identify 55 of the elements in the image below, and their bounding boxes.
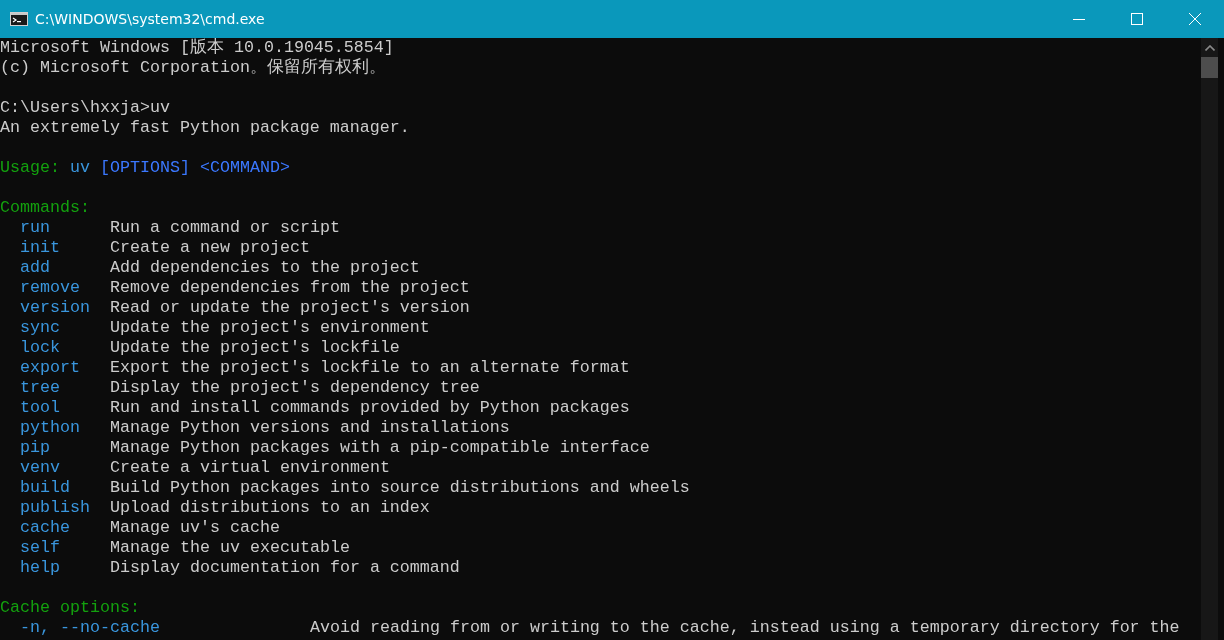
usage-label: Usage: xyxy=(0,158,60,177)
output-line: (c) Microsoft Corporation。保留所有权利。 xyxy=(0,58,386,77)
command-name: pip xyxy=(20,438,51,458)
command-name: help xyxy=(20,558,61,578)
command-name: python xyxy=(20,418,81,438)
command-description: Manage Python versions and installations xyxy=(110,418,510,438)
command-description: Run and install commands provided by Python packages xyxy=(110,398,630,418)
command-description: Remove dependencies from the project xyxy=(110,278,470,298)
command-description: Update the project's lockfile xyxy=(110,338,400,358)
command-name: tool xyxy=(20,398,61,418)
command-name: sync xyxy=(20,318,61,338)
window-title: C:\WINDOWS\system32\cmd.exe xyxy=(35,11,265,27)
program-name: uv xyxy=(70,158,90,177)
command-name: cache xyxy=(20,518,71,538)
command-description: Update the project's environment xyxy=(110,318,430,338)
command-name: init xyxy=(20,238,61,258)
command-description: Upload distributions to an index xyxy=(110,498,430,518)
section-heading: Commands: xyxy=(0,198,90,217)
command-name: lock xyxy=(20,338,61,358)
output-line: Microsoft Windows [版本 10.0.19045.5854] xyxy=(0,38,394,57)
command-name: venv xyxy=(20,458,61,478)
command-name: export xyxy=(20,358,81,378)
scroll-thumb[interactable] xyxy=(1201,57,1218,78)
command-name: self xyxy=(20,538,61,558)
command-name: publish xyxy=(20,498,91,518)
output-line: An extremely fast Python package manager. xyxy=(0,118,410,137)
usage-options: [OPTIONS] xyxy=(100,158,190,177)
close-icon xyxy=(1189,13,1201,25)
usage-command: <COMMAND> xyxy=(199,158,290,177)
option-name: -n, --no-cache xyxy=(20,618,161,638)
command-name: version xyxy=(20,298,91,318)
command-name: tree xyxy=(20,378,61,398)
command-description: Display documentation for a command xyxy=(110,558,460,578)
command-description: Add dependencies to the project xyxy=(110,258,420,278)
command-description: Manage the uv executable xyxy=(110,538,350,558)
command-description: Create a new project xyxy=(110,238,310,258)
command-description: Read or update the project's version xyxy=(110,298,470,318)
maximize-icon xyxy=(1131,13,1143,25)
command-prompt: C:\Users\hxxja>uv xyxy=(0,98,170,117)
command-name: build xyxy=(20,478,71,498)
command-description: Create a virtual environment xyxy=(110,458,390,478)
command-name: add xyxy=(20,258,51,278)
command-name: run xyxy=(20,218,51,238)
command-description: Manage Python packages with a pip-compatible interface xyxy=(110,438,650,458)
scroll-up-icon[interactable] xyxy=(1204,45,1215,51)
command-description: Display the project's dependency tree xyxy=(110,378,480,398)
command-description: Run a command or script xyxy=(110,218,340,238)
command-description: Build Python packages into source distributions and wheels xyxy=(110,478,690,498)
section-heading: Cache options: xyxy=(0,598,140,617)
command-description: Export the project's lockfile to an alternate format xyxy=(110,358,630,378)
option-description: Avoid reading from or writing to the cache, instead using a temporary directory for the xyxy=(310,618,1180,638)
command-description: Manage uv's cache xyxy=(110,518,280,538)
scrollbar[interactable] xyxy=(1201,38,1218,640)
command-name: remove xyxy=(20,278,81,298)
terminal-icon xyxy=(10,12,28,26)
